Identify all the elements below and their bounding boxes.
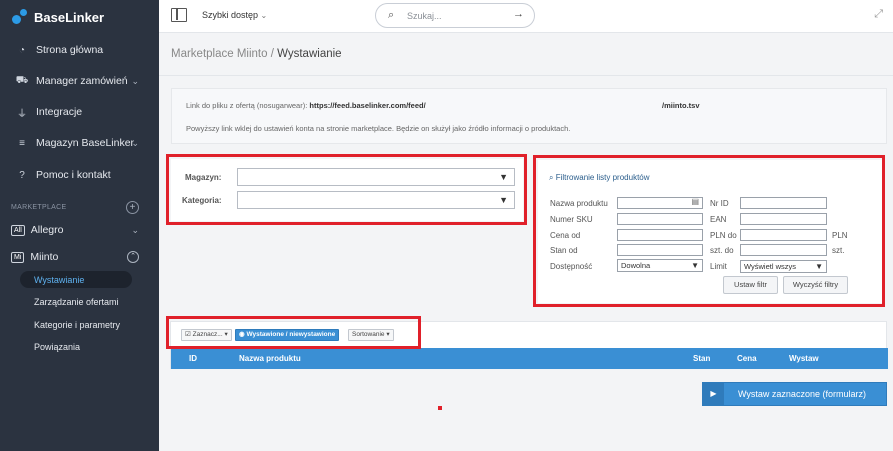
list-selected-label: Wystaw zaznaczone (formularz) [738,389,866,399]
sidebar-item-miinto[interactable]: Mi Miinto ⌃ [0,247,159,267]
sidebar-item-label: Magazyn BaseLinker [36,137,135,149]
divider [159,75,893,76]
quick-access-menu[interactable]: Szybki dostęp ⌄ [202,10,267,20]
sidebar-item-label: Miinto [30,251,59,263]
database-icon: ≡ [19,137,25,149]
column-header-list[interactable]: Wystaw [789,354,819,363]
feed-link-url[interactable]: https://feed.baselinker.com/feed/ [309,101,425,110]
allegro-badge-icon: All [11,224,25,236]
chevron-down-icon: ⌄ [131,75,139,86]
sidebar-item-label: Pomoc i kontakt [36,169,111,181]
chevron-down-icon: ⌄ [131,137,139,148]
feed-link-suffix: /miinto.tsv [662,101,700,110]
play-icon: ▶ [703,383,724,405]
sidebar: BaseLinker ◔ Strona główna ⛟ Manager zam… [0,0,159,451]
subitem-categories[interactable]: Kategorie i parametry [20,316,132,333]
section-label-marketplace: MARKETPLACE [11,204,67,211]
breadcrumb-parent[interactable]: Marketplace Miinto [171,48,268,60]
sidebar-item-label: Allegro [30,224,64,236]
search-input[interactable]: Szukaj... [407,11,442,21]
sidebar-item-help[interactable]: ? Pomoc i kontakt [0,165,159,185]
subitem-offer-management[interactable]: Zarządzanie ofertami [20,293,132,310]
logo-text: BaseLinker [34,9,105,25]
column-header-name[interactable]: Nazwa produktu [239,354,301,363]
column-header-stock[interactable]: Stan [693,354,710,363]
plug-icon: ⏚ [17,108,27,120]
quick-access-label: Szybki dostęp [202,10,259,20]
search-icon: ⌕ [388,9,395,21]
sidebar-item-label: Strona główna [36,44,104,56]
sidebar-item-home[interactable]: ◔ Strona główna [0,40,159,60]
chevron-down-icon: ⌄ [131,224,139,235]
red-marker [438,406,442,410]
expand-icon[interactable]: ⤢ [874,8,883,21]
breadcrumb: Marketplace Miinto / Wystawianie [171,48,342,60]
list-selected-button[interactable]: ▶ Wystaw zaznaczone (formularz) [702,382,887,406]
sidebar-item-allegro[interactable]: All Allegro ⌄ [0,220,159,240]
page-title: Wystawianie [277,48,342,60]
feed-link-prefix: Link do pliku z ofertą (nosugarwear): [186,101,310,110]
table-header: ID Nazwa produktu Stan Cena Wystaw [171,348,888,369]
toggle-sidebar-icon[interactable] [171,8,187,22]
topbar: Szybki dostęp ⌄ ⌕ Szukaj... → ⤢ [159,0,893,33]
column-header-id[interactable]: ID [189,354,197,363]
dashboard-icon: ◔ [18,44,26,56]
baselinker-logo[interactable]: BaseLinker [12,6,104,28]
search-box[interactable]: ⌕ Szukaj... → [375,3,535,28]
chevron-up-icon: ⌃ [127,251,139,263]
sidebar-item-orders[interactable]: ⛟ Manager zamówień ⌄ [0,71,159,91]
arrow-right-icon[interactable]: → [513,8,524,20]
add-marketplace-icon[interactable]: + [126,201,139,214]
feed-instructions: Powyższy link wklej do ustawień konta na… [186,124,571,133]
sidebar-item-label: Integracje [36,106,83,118]
highlight-box-warehouse [166,154,527,225]
subitem-wystawianie[interactable]: Wystawianie [20,271,132,288]
miinto-badge-icon: Mi [11,251,25,263]
logo-icon [12,9,28,25]
breadcrumb-separator: / [267,48,278,60]
column-header-price[interactable]: Cena [737,354,757,363]
sidebar-item-integrations[interactable]: ⏚ Integracje [0,102,159,122]
sidebar-item-label: Manager zamówień [36,75,128,87]
chevron-down-icon: ⌄ [260,11,268,20]
highlight-box-toolbar [166,316,421,349]
help-icon: ? [19,169,25,181]
sidebar-item-warehouse[interactable]: ≡ Magazyn BaseLinker ⌄ [0,133,159,153]
feed-info-box: Link do pliku z ofertą (nosugarwear): ht… [171,88,887,144]
cart-icon: ⛟ [15,74,29,86]
subitem-links[interactable]: Powiązania [20,338,132,355]
highlight-box-filters [533,155,885,307]
feed-link-line: Link do pliku z ofertą (nosugarwear): ht… [186,101,700,110]
